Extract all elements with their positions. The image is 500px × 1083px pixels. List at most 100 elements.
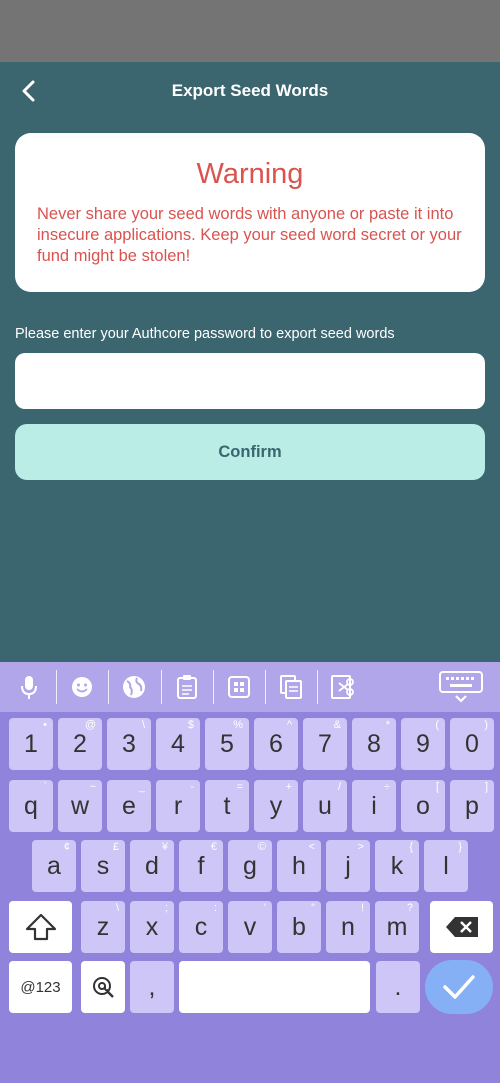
key-secondary-label: € xyxy=(210,841,217,853)
header: Export Seed Words xyxy=(0,62,500,120)
key-d[interactable]: d ¥ xyxy=(130,840,174,892)
key-label: p xyxy=(465,791,479,820)
key-i[interactable]: i ÷ xyxy=(352,780,396,832)
key-secondary-label: = xyxy=(236,781,243,793)
key-secondary-label: * xyxy=(385,719,390,731)
key-o[interactable]: o[ xyxy=(401,780,445,832)
key-label: 0 xyxy=(465,729,479,758)
key-secondary-label: ( xyxy=(435,719,439,731)
toolbar-divider xyxy=(108,670,109,704)
export-seed-words-screen: Export Seed Words Warning Never share yo… xyxy=(0,62,500,662)
key-label: w xyxy=(70,791,90,820)
key-label: o xyxy=(416,791,430,820)
key-secondary-label: > xyxy=(357,841,364,853)
key-n[interactable]: n! xyxy=(326,901,370,953)
key-h[interactable]: h < xyxy=(277,840,321,892)
key-label: 2 xyxy=(73,729,87,758)
key-4[interactable]: 4 $ xyxy=(156,718,200,770)
key-secondary-label: ; xyxy=(164,902,168,914)
microphone-icon[interactable] xyxy=(11,670,47,704)
globe-icon[interactable] xyxy=(116,670,152,704)
key-b[interactable]: b " xyxy=(277,901,321,953)
enter-key[interactable] xyxy=(425,960,493,1014)
key-secondary-label: ¥ xyxy=(161,841,168,853)
key-label: 7 xyxy=(318,729,332,758)
key-3[interactable]: 3 \ xyxy=(107,718,151,770)
key-label: . xyxy=(394,972,402,1001)
password-input[interactable] xyxy=(15,353,485,409)
key-y[interactable]: y + xyxy=(254,780,298,832)
key-label: 9 xyxy=(416,729,430,758)
key-secondary-label: / xyxy=(337,781,341,793)
clipboard-icon[interactable] xyxy=(169,670,205,704)
key-secondary-label: { xyxy=(409,841,413,853)
key-secondary-label: £ xyxy=(112,841,119,853)
key-2[interactable]: 2 @ xyxy=(58,718,102,770)
key-secondary-label: ] xyxy=(484,781,488,793)
emoji-icon[interactable] xyxy=(64,670,100,704)
copy-icon[interactable] xyxy=(273,670,309,704)
key-q[interactable]: q ` xyxy=(9,780,53,832)
key-label: a xyxy=(47,851,61,880)
key-g[interactable]: g © xyxy=(228,840,272,892)
key-secondary-label: \ xyxy=(115,902,119,914)
period-key[interactable]: . xyxy=(376,961,420,1013)
key-label: m xyxy=(386,912,408,941)
key-label: j xyxy=(345,851,351,880)
key-w[interactable]: w ~ xyxy=(58,780,102,832)
key-l[interactable]: l} xyxy=(424,840,468,892)
key-k[interactable]: k{ xyxy=(375,840,419,892)
key-v[interactable]: v ' xyxy=(228,901,272,953)
grid-icon[interactable] xyxy=(221,670,257,704)
key-secondary-label: ! xyxy=(360,902,364,914)
status-bar xyxy=(0,0,500,62)
comma-key[interactable]: , xyxy=(130,961,174,1013)
key-label: x xyxy=(145,912,159,941)
key-a[interactable]: a ¢ xyxy=(32,840,76,892)
key-label: t xyxy=(223,791,231,820)
key-secondary-label: ` xyxy=(43,781,47,793)
key-secondary-label: < xyxy=(308,841,315,853)
key-z[interactable]: z \ xyxy=(81,901,125,953)
at-key[interactable] xyxy=(81,961,125,1013)
hide-keyboard-icon[interactable] xyxy=(437,670,485,704)
key-secondary-label: ^ xyxy=(286,719,292,731)
key-7[interactable]: 7 & xyxy=(303,718,347,770)
key-r[interactable]: r- xyxy=(156,780,200,832)
at-search-icon xyxy=(93,977,114,998)
key-f[interactable]: f € xyxy=(179,840,223,892)
confirm-button[interactable]: Confirm xyxy=(15,424,485,480)
key-c[interactable]: c: xyxy=(179,901,223,953)
key-secondary-label: [ xyxy=(435,781,439,793)
cut-icon[interactable] xyxy=(325,670,361,704)
key-8[interactable]: 8 * xyxy=(352,718,396,770)
key-u[interactable]: u / xyxy=(303,780,347,832)
key-p[interactable]: p] xyxy=(450,780,494,832)
key-secondary-label: ) xyxy=(484,719,488,731)
key-m[interactable]: m? xyxy=(375,901,419,953)
key-secondary-label: : xyxy=(213,902,217,914)
key-secondary-label: ' xyxy=(263,902,266,914)
keyboard: 1 • 2 @3 \ 4 $5% 6 ^ 7 & 8 * 9(0) q ` w ~ e _ r - t = y + u / i ÷ o[p]… xyxy=(0,662,500,1083)
backspace-key[interactable] xyxy=(430,901,493,953)
key-label: s xyxy=(96,851,110,880)
key-6[interactable]: 6 ^ xyxy=(254,718,298,770)
key-t[interactable]: t = xyxy=(205,780,249,832)
toolbar-divider xyxy=(56,670,57,704)
key-label: v xyxy=(243,912,257,941)
key-secondary-label: " xyxy=(311,902,315,914)
key-9[interactable]: 9( xyxy=(401,718,445,770)
key-j[interactable]: j > xyxy=(326,840,370,892)
shift-key[interactable] xyxy=(9,901,72,953)
key-5[interactable]: 5% xyxy=(205,718,249,770)
key-e[interactable]: e _ xyxy=(107,780,151,832)
page-title: Export Seed Words xyxy=(171,81,329,100)
key-s[interactable]: s £ xyxy=(81,840,125,892)
key-1[interactable]: 1 • xyxy=(9,718,53,770)
backspace-icon xyxy=(445,917,478,937)
key-secondary-label: ~ xyxy=(89,781,96,793)
key-0[interactable]: 0) xyxy=(450,718,494,770)
space-key[interactable] xyxy=(179,961,370,1013)
key-x[interactable]: x; xyxy=(130,901,174,953)
symbols-key[interactable]: @123 xyxy=(9,961,72,1013)
